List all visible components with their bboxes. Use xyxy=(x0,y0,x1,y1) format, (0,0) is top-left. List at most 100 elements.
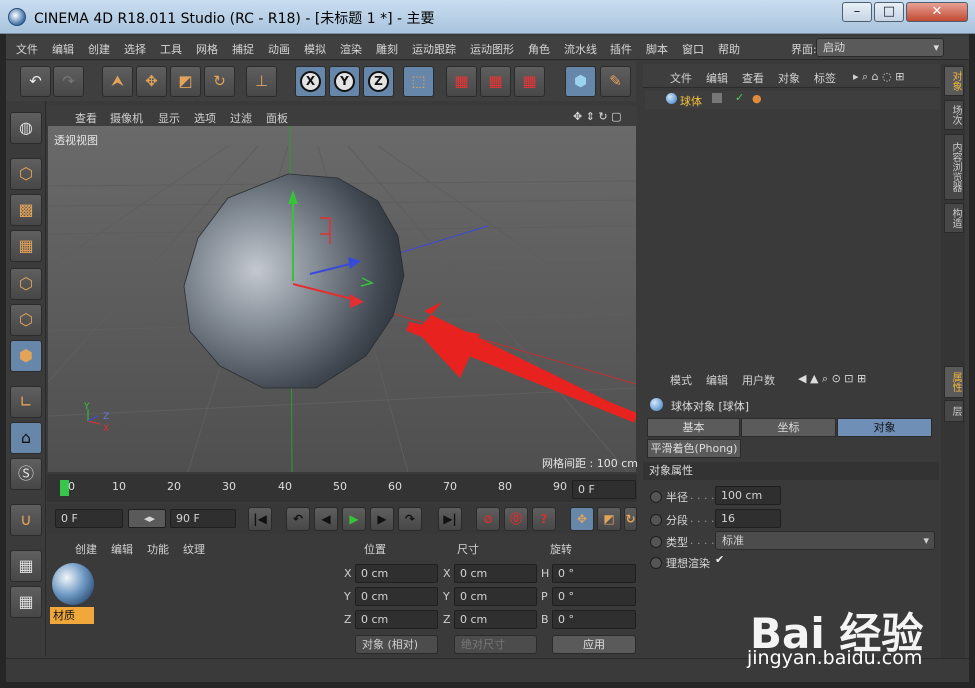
menu-help[interactable]: 帮助 xyxy=(718,41,740,57)
keyframe-selection-button[interactable]: ? xyxy=(532,507,556,531)
snap-magnet-button[interactable]: ∪ xyxy=(10,504,42,536)
next-frame-button[interactable]: ▶ xyxy=(370,507,394,531)
menu-animate[interactable]: 动画 xyxy=(268,41,290,57)
layout-select[interactable]: 启动 ▾ xyxy=(816,38,944,57)
menu-motion-tracker[interactable]: 运动跟踪 xyxy=(412,41,456,57)
menu-pipeline[interactable]: 流水线 xyxy=(564,41,597,57)
coordinate-system-button[interactable]: ⊥ xyxy=(246,66,277,97)
menu-snap[interactable]: 捕捉 xyxy=(232,41,254,57)
key-rotation-button[interactable]: ↻ xyxy=(624,507,637,531)
solo-button[interactable]: Ⓢ xyxy=(10,458,42,490)
frame-range-slider[interactable]: ◂▸ xyxy=(128,509,166,528)
viewport-menu-cameras[interactable]: 摄像机 xyxy=(110,110,143,126)
attr-nav-icons[interactable]: ◀ ▲ ⌕ ⊙ ⊡ ⊞ xyxy=(798,372,866,386)
material-menu-create[interactable]: 创建 xyxy=(75,541,97,557)
attr-menu-mode[interactable]: 模式 xyxy=(670,372,692,388)
side-tab-takes[interactable]: 场次 xyxy=(944,100,964,130)
type-anim-toggle[interactable] xyxy=(650,536,662,548)
side-tab-content-browser[interactable]: 内容浏览器 xyxy=(944,134,964,200)
visibility-toggle[interactable] xyxy=(712,93,722,103)
object-menu-file[interactable]: 文件 xyxy=(670,70,692,86)
segments-anim-toggle[interactable] xyxy=(650,514,662,526)
cube-primitive-button[interactable]: ⬢ xyxy=(565,66,596,97)
z-axis-lock-button[interactable]: Z xyxy=(363,66,394,97)
tab-object[interactable]: 对象 xyxy=(837,418,932,437)
render-view-button[interactable]: ▦ xyxy=(446,66,477,97)
redo-button[interactable]: ↷ xyxy=(53,66,84,97)
undo-button[interactable]: ↶ xyxy=(20,66,51,97)
render-perfect-anim-toggle[interactable] xyxy=(650,557,662,569)
material-menu-edit[interactable]: 编辑 xyxy=(111,541,133,557)
play-button[interactable]: ▶ xyxy=(342,507,366,531)
coordinate-mode-dropdown[interactable]: 对象 (相对) xyxy=(355,635,438,654)
tweak-mode-button[interactable]: ⌂ xyxy=(10,422,42,454)
object-menu-view[interactable]: 查看 xyxy=(742,70,764,86)
size-y-field[interactable]: 0 cm xyxy=(454,587,537,606)
end-frame-field[interactable]: 90 F xyxy=(170,509,236,528)
tab-phong[interactable]: 平滑着色(Phong) xyxy=(647,439,741,458)
size-x-field[interactable]: 0 cm xyxy=(454,564,537,583)
type-dropdown[interactable]: 标准 ▾ xyxy=(715,531,935,550)
maximize-button[interactable]: □ xyxy=(874,2,904,22)
pen-tool-button[interactable]: ✎ xyxy=(600,66,631,97)
close-button[interactable]: ✕ xyxy=(906,2,968,22)
previous-frame-button[interactable]: ◀ xyxy=(314,507,338,531)
material-label[interactable]: 材质 xyxy=(50,607,94,624)
make-editable-button[interactable]: ◍ xyxy=(10,112,42,144)
viewport-menu-view[interactable]: 查看 xyxy=(75,110,97,126)
side-tab-objects[interactable]: 对象 xyxy=(944,66,964,96)
render-settings-button[interactable]: ▦ xyxy=(514,66,545,97)
rot-b-field[interactable]: 0 ° xyxy=(552,610,636,629)
segments-field[interactable]: 16 xyxy=(715,509,781,528)
select-tool-button[interactable]: ⮝ xyxy=(102,66,133,97)
object-name[interactable]: 球体 xyxy=(680,93,702,109)
render-to-picture-viewer-button[interactable]: ▦ xyxy=(480,66,511,97)
attr-menu-userdata[interactable]: 用户数 xyxy=(742,372,775,388)
viewport-menu-panel[interactable]: 面板 xyxy=(266,110,288,126)
menu-select[interactable]: 选择 xyxy=(124,41,146,57)
object-manager-nav-icons[interactable]: ▸ ⌕ ⌂ ◌ ⊞ xyxy=(853,70,904,84)
scale-tool-button[interactable]: ◩ xyxy=(170,66,201,97)
size-mode-dropdown[interactable]: 绝对尺寸 xyxy=(454,635,537,654)
apply-button[interactable]: 应用 xyxy=(552,635,636,654)
pos-z-field[interactable]: 0 cm xyxy=(355,610,438,629)
move-tool-button[interactable]: ✥ xyxy=(136,66,167,97)
texture-mode-button[interactable]: ▩ xyxy=(10,194,42,226)
polygons-mode-button[interactable]: ⬢ xyxy=(10,340,42,372)
previous-key-button[interactable]: ↶ xyxy=(286,507,310,531)
menu-mograph[interactable]: 运动图形 xyxy=(470,41,514,57)
material-menu-function[interactable]: 功能 xyxy=(147,541,169,557)
object-menu-edit[interactable]: 编辑 xyxy=(706,70,728,86)
key-position-button[interactable]: ✥ xyxy=(570,507,594,531)
attr-menu-edit[interactable]: 编辑 xyxy=(706,372,728,388)
menu-window[interactable]: 窗口 xyxy=(682,41,704,57)
enabled-check-icon[interactable]: ✓ xyxy=(735,91,744,104)
key-scale-button[interactable]: ◩ xyxy=(597,507,621,531)
menu-create[interactable]: 创建 xyxy=(88,41,110,57)
material-preview-sphere[interactable] xyxy=(52,563,94,605)
x-axis-lock-button[interactable]: X xyxy=(295,66,326,97)
side-tab-attributes[interactable]: 属性 xyxy=(944,366,964,398)
planar-workplane-button[interactable]: ▦ xyxy=(10,586,42,618)
workplane-mode-button[interactable]: ▦ xyxy=(10,230,42,262)
go-to-start-button[interactable]: |◀ xyxy=(248,507,272,531)
menu-tools[interactable]: 工具 xyxy=(160,41,182,57)
menu-file[interactable]: 文件 xyxy=(16,41,38,57)
rot-h-field[interactable]: 0 ° xyxy=(552,564,636,583)
record-active-objects-button[interactable]: ⊘ xyxy=(476,507,500,531)
viewport-menu-options[interactable]: 选项 xyxy=(194,110,216,126)
menu-plugins[interactable]: 插件 xyxy=(610,41,632,57)
menu-render[interactable]: 渲染 xyxy=(340,41,362,57)
menu-character[interactable]: 角色 xyxy=(528,41,550,57)
lock-workplane-button[interactable]: ▦ xyxy=(10,550,42,582)
side-tab-structure[interactable]: 构造 xyxy=(944,203,964,233)
menu-edit[interactable]: 编辑 xyxy=(52,41,74,57)
tab-basic[interactable]: 基本 xyxy=(647,418,740,437)
menu-script[interactable]: 脚本 xyxy=(646,41,668,57)
radius-anim-toggle[interactable] xyxy=(650,491,662,503)
tab-coordinates[interactable]: 坐标 xyxy=(741,418,836,437)
size-z-field[interactable]: 0 cm xyxy=(454,610,537,629)
edges-mode-button[interactable]: ⬡ xyxy=(10,304,42,336)
y-axis-lock-button[interactable]: Y xyxy=(329,66,360,97)
current-frame-field[interactable]: 0 F xyxy=(572,480,636,499)
